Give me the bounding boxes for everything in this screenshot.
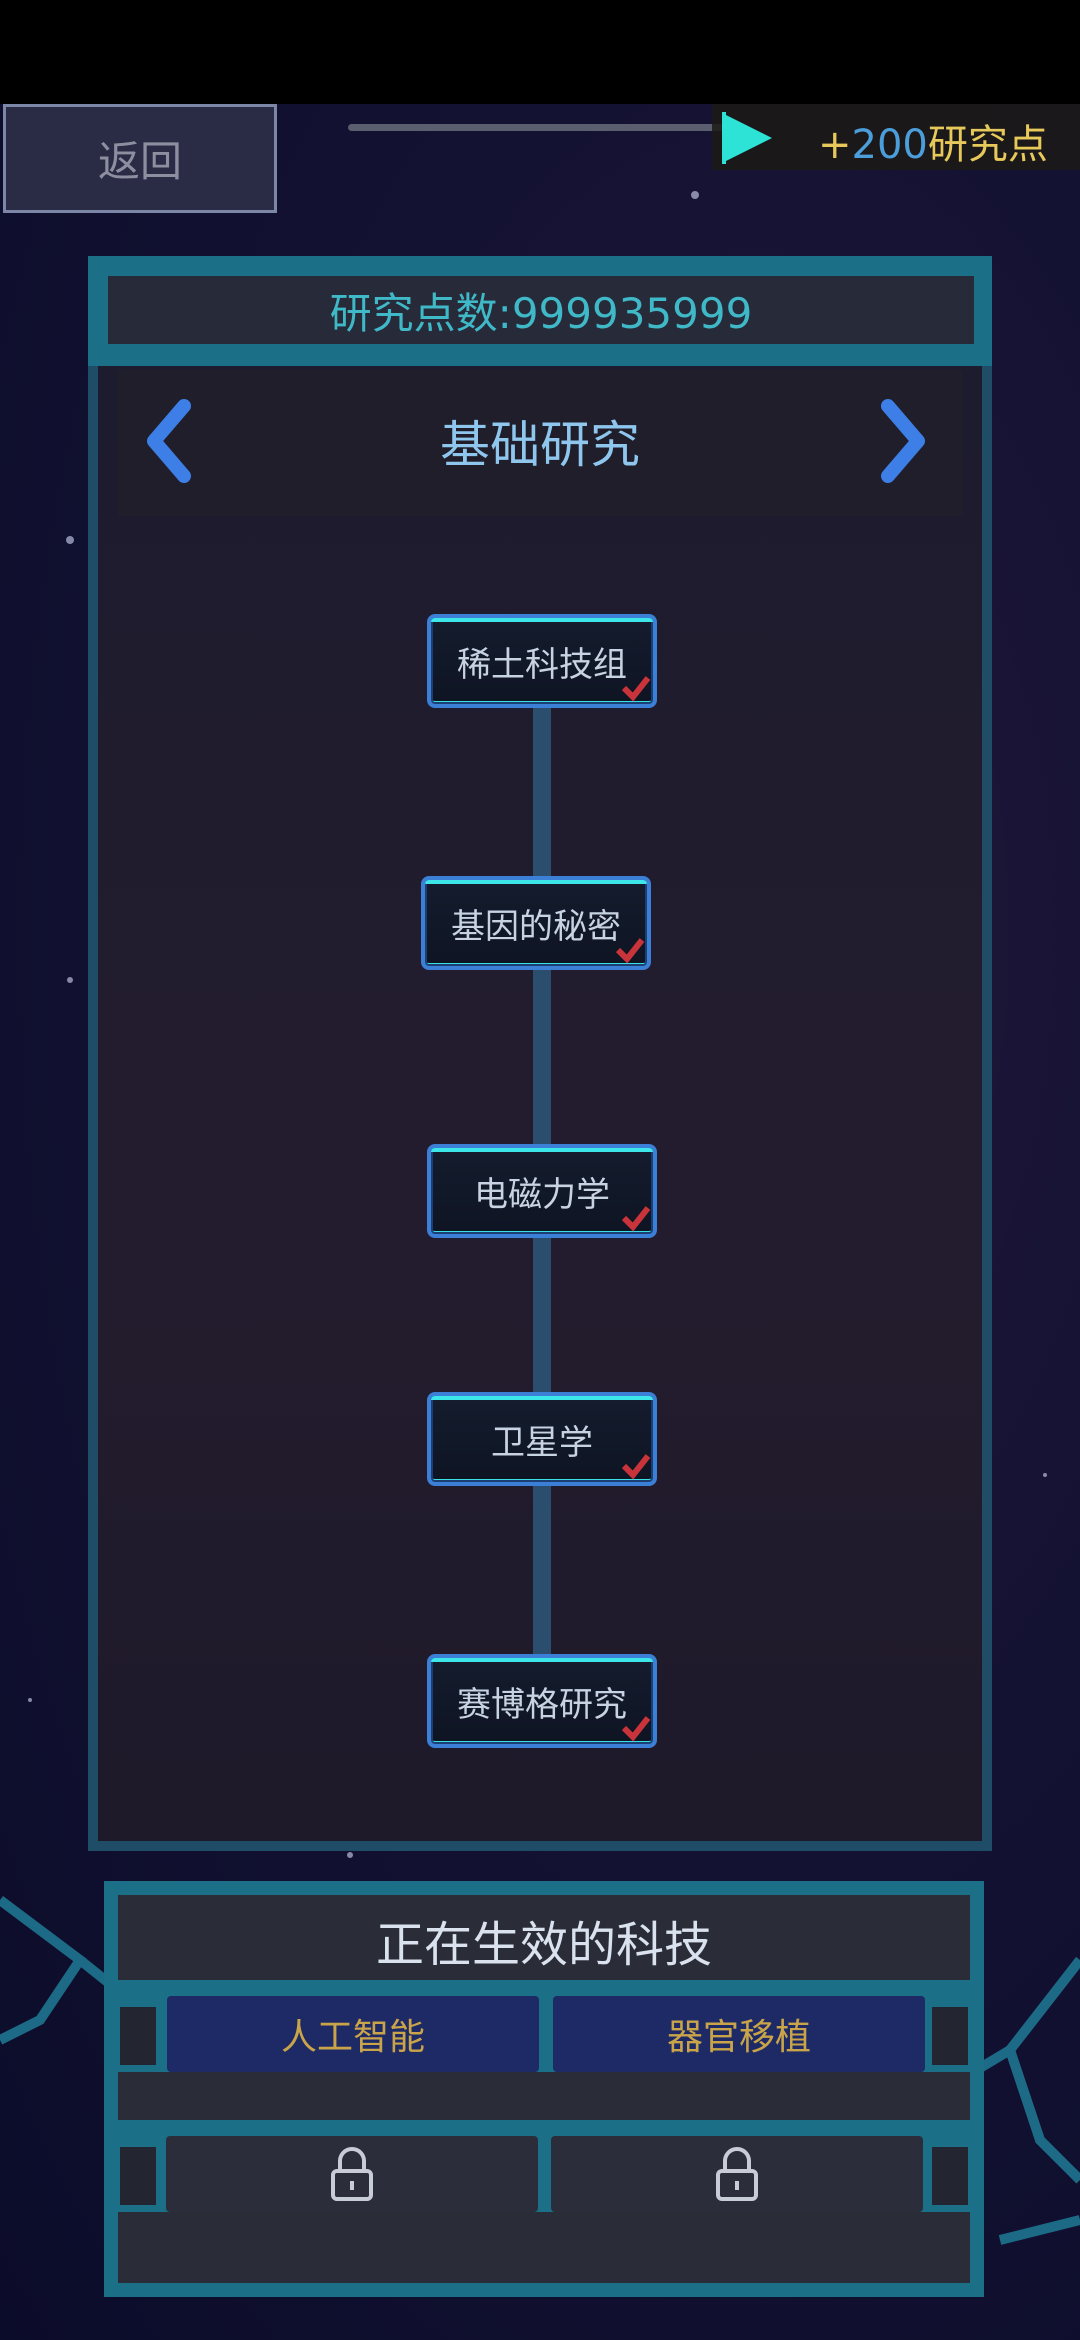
reward-label: +200研究点 (818, 112, 1048, 170)
research-node[interactable]: 赛博格研究 (427, 1654, 657, 1748)
research-node-label: 基因的秘密 (451, 906, 621, 947)
play-video-icon[interactable] (718, 110, 776, 166)
research-node[interactable]: 电磁力学 (427, 1144, 657, 1238)
research-node-label: 赛博格研究 (457, 1684, 627, 1725)
reward-progress-track (348, 124, 728, 131)
research-points-label: 研究点数:999935999 (108, 276, 974, 344)
slot-row-right-cap (932, 2147, 968, 2205)
locked-tech-slot[interactable] (166, 2136, 538, 2212)
slot-row-right-cap (932, 2007, 968, 2065)
check-icon (621, 1206, 651, 1232)
research-node-label: 卫星学 (491, 1422, 593, 1463)
research-node-label: 电磁力学 (474, 1174, 610, 1215)
research-node[interactable]: 卫星学 (427, 1392, 657, 1486)
active-tech-slot-label: 器官移植 (666, 2017, 811, 2058)
check-icon (621, 676, 651, 702)
research-node[interactable]: 稀土科技组 (427, 614, 657, 708)
check-icon (621, 1454, 651, 1480)
slot-row-left-cap (120, 2007, 156, 2065)
active-tech-slot[interactable]: 器官移植 (553, 1996, 925, 2072)
lock-icon (331, 2147, 373, 2201)
lock-icon (716, 2147, 758, 2201)
chevron-right-icon[interactable] (872, 396, 932, 486)
check-icon (621, 1716, 651, 1742)
reward-prefix: + (818, 122, 852, 168)
locked-tech-slot[interactable] (551, 2136, 923, 2212)
check-icon (615, 938, 645, 964)
research-node-label: 稀土科技组 (457, 644, 627, 685)
research-node[interactable]: 基因的秘密 (421, 876, 651, 970)
status-bar (0, 0, 1080, 104)
reward-amount: 200 (851, 122, 928, 168)
back-button[interactable]: 返回 (3, 104, 277, 213)
reward-suffix: 研究点 (927, 122, 1048, 168)
active-tech-slot-label: 人工智能 (280, 2017, 425, 2058)
active-tech-title: 正在生效的科技 (375, 1917, 712, 1973)
category-title: 基础研究 (440, 416, 640, 474)
active-tech-slot[interactable]: 人工智能 (167, 1996, 539, 2072)
chevron-left-icon[interactable] (140, 396, 200, 486)
slot-row-left-cap (120, 2147, 156, 2205)
